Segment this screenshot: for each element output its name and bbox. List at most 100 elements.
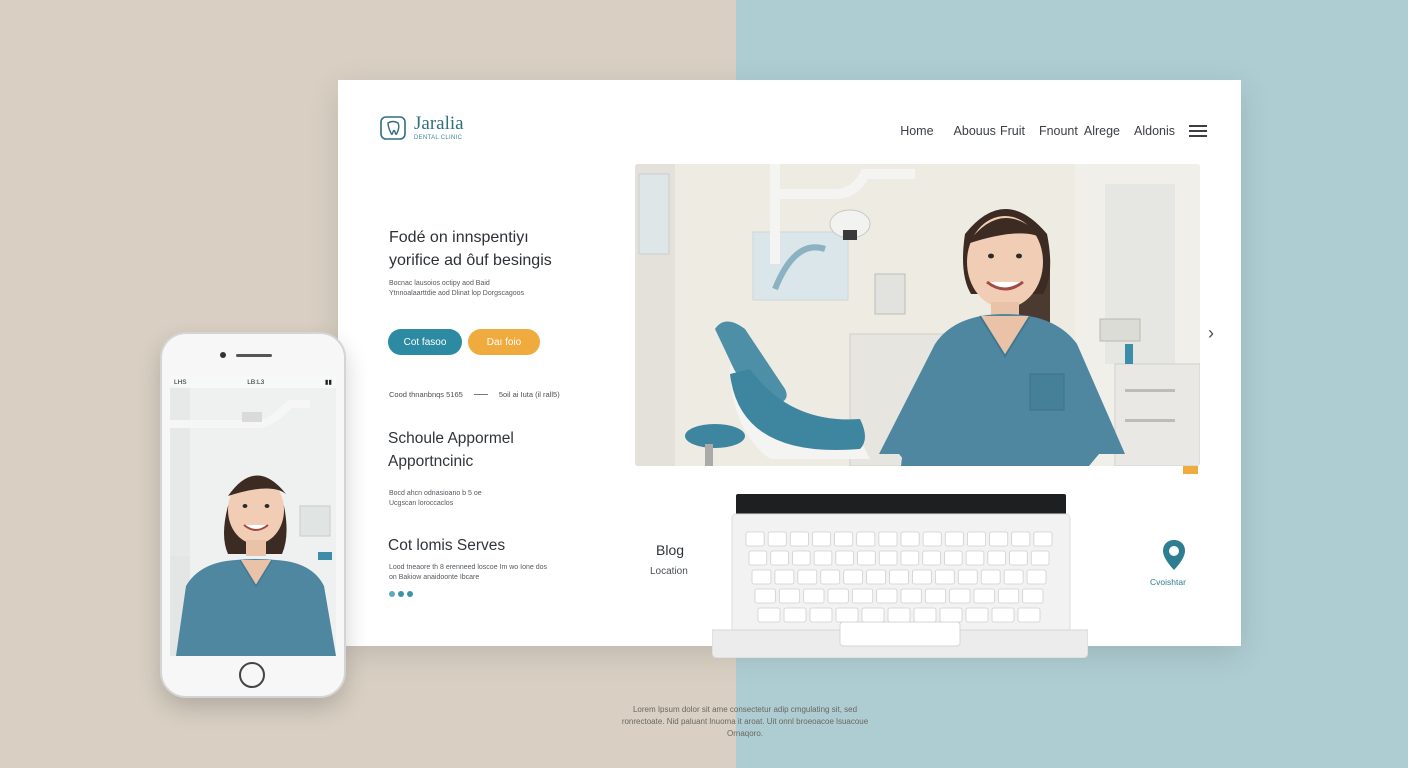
keyboard-key (924, 588, 947, 604)
keyboard-key (778, 588, 801, 604)
chevron-right-icon[interactable]: › (1208, 323, 1214, 344)
appointment-title: Schoule Appormel Apportncinic (388, 427, 588, 473)
tooth-logo-icon (380, 115, 406, 140)
nav-item-abouus[interactable]: Abouus (954, 124, 996, 138)
keyboard-key (861, 607, 885, 623)
keyboard-key (967, 531, 986, 547)
keyboard-key (987, 550, 1006, 566)
nav-item-fruit[interactable]: Fruit (1000, 124, 1025, 138)
keyboard-key (900, 588, 922, 604)
keyboard-key (751, 569, 772, 585)
map-pin-label: Cvoishtar (1150, 577, 1186, 587)
phone-screen-dentist-photo (170, 376, 336, 656)
phone-status-bar: LHS LB:L3 ▮▮ (170, 376, 336, 388)
keyboard-key (922, 550, 941, 566)
keyboard-key (900, 550, 920, 566)
keyboard-key (939, 607, 963, 623)
hero-body: Bocnac lausoios octipy aod Baid Ytnnoala… (389, 280, 525, 297)
keyboard-key (827, 588, 849, 604)
divider (473, 394, 488, 395)
nav-item-home[interactable]: Home (900, 124, 933, 138)
keyboard-key (889, 569, 909, 585)
keyboard-key (934, 569, 955, 585)
keyboard-key (767, 531, 787, 547)
earpiece (236, 354, 272, 357)
phone-mockup: LHS LB:L3 ▮▮ (160, 332, 346, 698)
keyboard-key (843, 569, 864, 585)
carousel-dot[interactable] (389, 591, 395, 597)
keyboard-key (944, 531, 964, 547)
carousel-dot[interactable] (407, 591, 413, 597)
keyboard-key (1030, 550, 1050, 566)
hero-title-line1: Fodé on innspentiyı (389, 229, 529, 246)
appointment-title-line2: Apportncinic (388, 453, 474, 470)
keyboard-key (812, 531, 831, 547)
keyboard-key (980, 569, 1001, 585)
keyboard-key (922, 531, 942, 547)
keyboard-key (834, 531, 854, 547)
brand-tagline: DENTAL CLINIC (414, 135, 463, 141)
phone-screen: LHS LB:L3 ▮▮ (170, 376, 336, 656)
keyboard-key (912, 569, 932, 585)
keyboard-key (813, 550, 833, 566)
blog-title[interactable]: Blog (656, 542, 684, 558)
keyboard-key (783, 607, 807, 623)
hamburger-icon[interactable] (1189, 125, 1207, 137)
hero-title-line2: yorifice ad ôuf besingis (389, 252, 552, 269)
carrier-label: LHS (174, 378, 187, 386)
stats-row: Cood thnanbnqs 5165 5oil ai Iuta (il ral… (389, 390, 560, 399)
keyboard-key (991, 607, 1015, 623)
carousel-dots[interactable] (389, 591, 413, 597)
nav-item-alrege[interactable]: Alrege (1084, 124, 1120, 138)
home-button[interactable] (239, 662, 265, 688)
keyboard-key (851, 588, 874, 604)
nav-item-fnount[interactable]: Fnount (1039, 124, 1078, 138)
keyboard-key (965, 607, 989, 623)
laptop-keyboard-illustration (712, 494, 1088, 658)
footer-caption: Lorem Ipsum dolor sit ame consectetur ad… (560, 704, 930, 740)
keyboard-key (1011, 531, 1031, 547)
keyboard-key (878, 531, 898, 547)
keyboard-key (757, 607, 781, 623)
photo-accent-bar (1183, 466, 1198, 474)
phone-time: LB:L3 (247, 378, 265, 386)
keyboard-key (1026, 569, 1047, 585)
keyboard-key (1003, 569, 1024, 585)
main-nav: Home Abouus Fruit Fnount Alrege Aldonis (900, 124, 1207, 138)
keyboard-key (789, 531, 809, 547)
hero-photo-dentist (635, 164, 1200, 466)
keyboard-key (857, 550, 876, 566)
keyboard-key (866, 569, 886, 585)
keyboard-key (965, 550, 985, 566)
keyboard-key (944, 550, 963, 566)
secondary-cta-button[interactable]: Daı foio (468, 329, 540, 355)
appointment-body: Bocd ahcn odnasioano b 5 oe Ucgscan loro… (389, 490, 482, 507)
keyboard-key (887, 607, 911, 623)
primary-cta-button[interactable]: Cot fasoo (388, 329, 462, 355)
carousel-dot[interactable] (398, 591, 404, 597)
keyboard-key (754, 588, 776, 604)
nav-item-aldonis[interactable]: Aldonis (1134, 124, 1175, 138)
keyboard-key (792, 550, 811, 566)
keyboard-key (774, 569, 795, 585)
keyboard-key (803, 588, 825, 604)
keyboard-key (957, 569, 978, 585)
hero-title: Fodé on innspentiyı yorifice ad ôuf besi… (389, 226, 619, 272)
keyboard-key (745, 531, 765, 547)
front-camera (220, 352, 226, 358)
keyboard-key (835, 607, 859, 623)
brand-name: Jaralia (414, 113, 464, 134)
appointment-title-line1: Schoule Appormel (388, 430, 514, 447)
keyboard-key (809, 607, 833, 623)
caption-line3: Ornaqoro. (726, 729, 764, 738)
keyboard-key (856, 531, 876, 547)
keyboard-key (770, 550, 789, 566)
keyboard-key (1033, 531, 1053, 547)
brand-logo[interactable]: Jaralia DENTAL CLINIC (380, 114, 464, 141)
battery-icon: ▮▮ (324, 379, 332, 386)
stats-left: Cood thnanbnqs 5165 (389, 390, 463, 399)
keyboard-key (1022, 588, 1044, 604)
stats-right: 5oil ai Iuta (il rall5) (498, 390, 560, 399)
location-pin-icon[interactable] (1161, 539, 1187, 571)
location-label[interactable]: Location (650, 566, 688, 577)
